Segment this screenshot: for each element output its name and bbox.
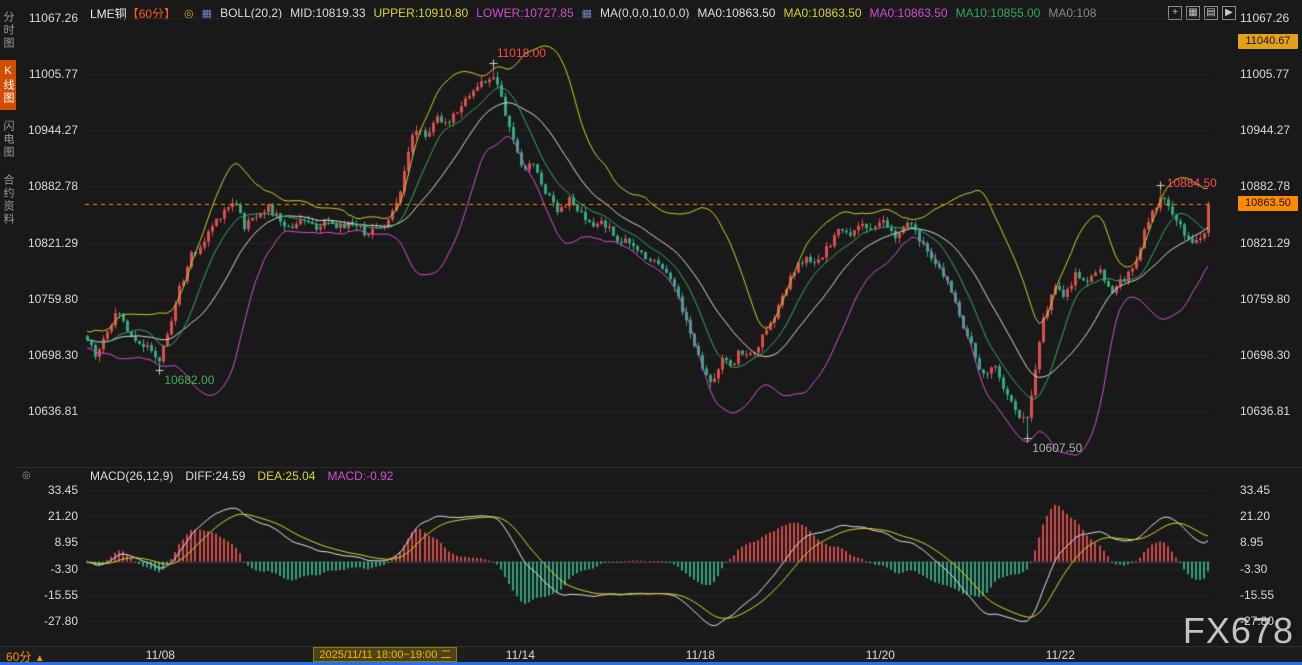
macd-axis-tick: -3.30 xyxy=(1240,562,1300,576)
macd-macd-value: MACD:-0.92 xyxy=(327,469,393,483)
sidebar: 分时图K线图闪电图合约资料 xyxy=(0,0,16,648)
price-axis-tick: 10698.30 xyxy=(14,348,78,362)
price-axis-tick: 11067.26 xyxy=(1240,11,1300,25)
macd-axis-tick: 21.20 xyxy=(14,509,78,523)
macd-title: MACD(26,12,9) xyxy=(90,469,173,483)
price-axis-tick: 11005.77 xyxy=(1240,67,1300,81)
price-axis-tick: 10882.78 xyxy=(14,179,78,193)
watermark: FX678 xyxy=(1183,610,1294,652)
macd-chart-canvas[interactable] xyxy=(85,484,1210,640)
macd-axis-tick: 21.20 xyxy=(1240,509,1300,523)
session-high-badge: 11040.67 xyxy=(1238,34,1298,49)
price-axis-tick: 10636.81 xyxy=(1240,404,1300,418)
price-axis-tick: 10636.81 xyxy=(14,404,78,418)
price-axis-tick: 10821.29 xyxy=(14,236,78,250)
time-axis-label: 11/22 xyxy=(1046,648,1075,662)
price-axis-tick: 10698.30 xyxy=(1240,348,1300,362)
chart-annotation: 10682.00 xyxy=(164,373,214,387)
macd-axis-tick: -3.30 xyxy=(14,562,78,576)
price-axis-tick: 10944.27 xyxy=(14,123,78,137)
time-axis-label: 11/14 xyxy=(506,648,535,662)
price-axis-tick: 10882.78 xyxy=(1240,179,1300,193)
crosshair-date: 2025/11/11 18:00~19:00 二 xyxy=(313,647,457,662)
macd-header: ◎ MACD(26,12,9) DIFF:24.59 DEA:25.04 MAC… xyxy=(16,467,1302,484)
time-axis: 60分 ▲ 11/0811/1411/1811/2011/22 2025/11/… xyxy=(0,646,1302,662)
chart-annotation: 10884.50 xyxy=(1167,176,1217,190)
time-axis-label: 11/20 xyxy=(866,648,895,662)
macd-axis-tick: 8.95 xyxy=(14,535,78,549)
price-axis-tick: 11005.77 xyxy=(14,67,78,81)
full-screen-icon[interactable]: ▶ xyxy=(1222,6,1236,20)
price-axis-tick: 10821.29 xyxy=(1240,236,1300,250)
price-axis-tick: 10759.80 xyxy=(1240,292,1300,306)
macd-axis-tick: 8.95 xyxy=(1240,535,1300,549)
macd-axis-tick: 33.45 xyxy=(14,483,78,497)
macd-axis-tick: -15.55 xyxy=(14,588,78,602)
price-axis-tick: 10759.80 xyxy=(14,292,78,306)
indicator-toggle-icon[interactable]: ◎ xyxy=(22,470,31,481)
macd-axis-tick: -15.55 xyxy=(1240,588,1300,602)
tab-contract-info[interactable]: 合约资料 xyxy=(0,169,16,231)
trading-app-window: 分时图K线图闪电图合约资料 LME铜 【60分】 ◎ ▦ BOLL(20,2) … xyxy=(0,0,1302,665)
time-axis-label: 11/18 xyxy=(686,648,715,662)
price-chart-canvas[interactable] xyxy=(85,14,1210,462)
price-axis-tick: 10944.27 xyxy=(1240,123,1300,137)
time-axis-label: 11/08 xyxy=(146,648,175,662)
price-axis-tick: 11067.26 xyxy=(14,11,78,25)
macd-axis-tick: 33.45 xyxy=(1240,483,1300,497)
macd-dea-value: DEA:25.04 xyxy=(257,469,315,483)
macd-axis-tick: -27.80 xyxy=(14,614,78,628)
chart-annotation: 11018.00 xyxy=(497,46,546,60)
last-price-badge: 10863.50 xyxy=(1238,196,1298,211)
chart-annotation: 10607.50 xyxy=(1032,441,1082,455)
macd-diff-value: DIFF:24.59 xyxy=(185,469,245,483)
